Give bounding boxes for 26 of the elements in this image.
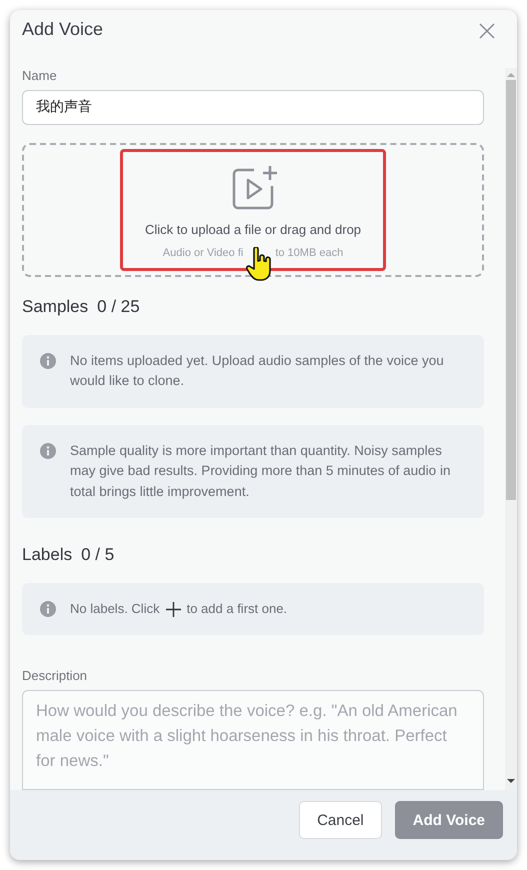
sample-count: 0 / 25 xyxy=(97,296,140,316)
field-label: Name xyxy=(22,68,58,83)
cancel-button[interactable]: Cancel xyxy=(299,801,382,839)
section-title: Samples xyxy=(22,296,88,316)
description-field[interactable]: How would you describe the voice? e.g. "An old American male voice with a slight hoarseness in his throat. Perfect for news." xyxy=(22,690,484,790)
note-text: No items uploaded yet. Upload audio samples of the voice you would like to clone. xyxy=(70,352,445,390)
note-text: Sample quality is more important than quantity. Noisy samples may give bad results. Providing more than 5 minutes of audio in total brings little improvement. xyxy=(70,442,452,501)
scroll-up-icon[interactable] xyxy=(507,72,515,78)
name-field[interactable]: 我的声音 xyxy=(22,90,484,125)
info-icon xyxy=(40,601,56,617)
section-title: Labels xyxy=(22,545,72,565)
label-count: 0 / 5 xyxy=(81,545,114,565)
scroll-down-icon[interactable] xyxy=(507,778,515,784)
note-text: to add a first one. xyxy=(186,600,288,618)
info-icon xyxy=(40,352,56,368)
upload-hint: to 10MB each xyxy=(275,246,344,259)
hand-cursor-icon xyxy=(246,246,272,281)
scrollbar[interactable] xyxy=(505,68,517,790)
note-text: No labels. Click xyxy=(70,600,160,618)
field-label: Description xyxy=(22,668,88,683)
plus-icon xyxy=(166,602,181,616)
upload-prompt: Click to upload a file or drag and drop xyxy=(144,222,362,237)
upload-hint: Audio or Video fi xyxy=(162,246,244,259)
dialog-title: Add Voice xyxy=(22,19,104,40)
close-button[interactable] xyxy=(477,21,497,41)
info-icon xyxy=(40,442,56,458)
